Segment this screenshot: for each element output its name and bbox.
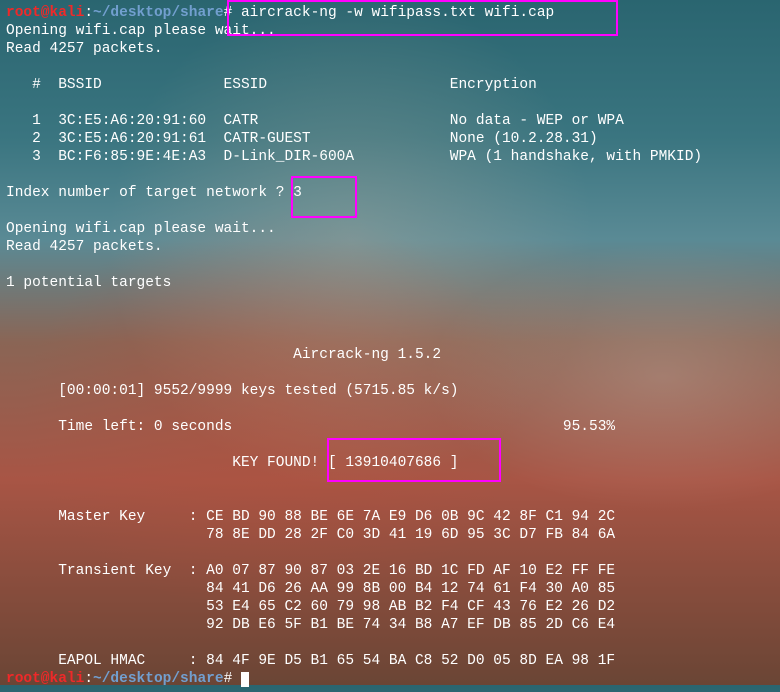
prompt-path: ~/desktop/share <box>93 5 224 21</box>
output-row1: 1 3C:E5:A6:20:91:60 CATR No data - WEP o… <box>6 113 624 129</box>
output-opening1: Opening wifi.cap please wait... <box>6 23 276 39</box>
output-row3: 3 BC:F6:85:9E:4E:A3 D-Link_DIR-600A WPA … <box>6 149 702 165</box>
output-tested: [00:00:01] 9552/9999 keys tested (5715.8… <box>6 383 458 399</box>
output-opening2: Opening wifi.cap please wait... <box>6 221 276 237</box>
command-text: aircrack-ng -w wifipass.txt wifi.cap <box>232 5 554 21</box>
output-transkey2: 84 41 D6 26 AA 99 8B 00 B4 12 74 61 F4 3… <box>6 581 615 597</box>
output-transkey1: Transient Key : A0 07 87 90 87 03 2E 16 … <box>6 563 615 579</box>
output-row2: 2 3C:E5:A6:20:91:61 CATR-GUEST None (10.… <box>6 131 598 147</box>
output-readpackets2: Read 4257 packets. <box>6 239 163 255</box>
output-potential: 1 potential targets <box>6 275 171 291</box>
output-transkey3: 53 E4 65 C2 60 79 98 AB B2 F4 CF 43 76 E… <box>6 599 615 615</box>
output-timeleft: Time left: 0 seconds 95.53% <box>6 419 615 435</box>
output-eapol: EAPOL HMAC : 84 4F 9E D5 B1 65 54 BA C8 … <box>6 653 615 669</box>
output-readpackets: Read 4257 packets. <box>6 41 163 57</box>
output-transkey4: 92 DB E6 5F B1 BE 74 34 B8 A7 EF DB 85 2… <box>6 617 615 633</box>
terminal-output[interactable]: root@kali:~/desktop/share# aircrack-ng -… <box>0 0 780 692</box>
output-keyfound: KEY FOUND! [ 13910407686 ] <box>6 455 458 471</box>
output-title: Aircrack-ng 1.5.2 <box>6 347 441 363</box>
prompt-user: root@kali <box>6 5 84 21</box>
output-masterkey1: Master Key : CE BD 90 88 BE 6E 7A E9 D6 … <box>6 509 615 525</box>
output-header: # BSSID ESSID Encryption <box>6 77 537 93</box>
output-masterkey2: 78 8E DD 28 2F C0 3D 41 19 6D 95 3C D7 F… <box>6 527 615 543</box>
prompt-sep: : <box>84 5 93 21</box>
output-index-prompt: Index number of target network ? 3 <box>6 185 302 201</box>
prompt-hash: # <box>224 5 233 21</box>
